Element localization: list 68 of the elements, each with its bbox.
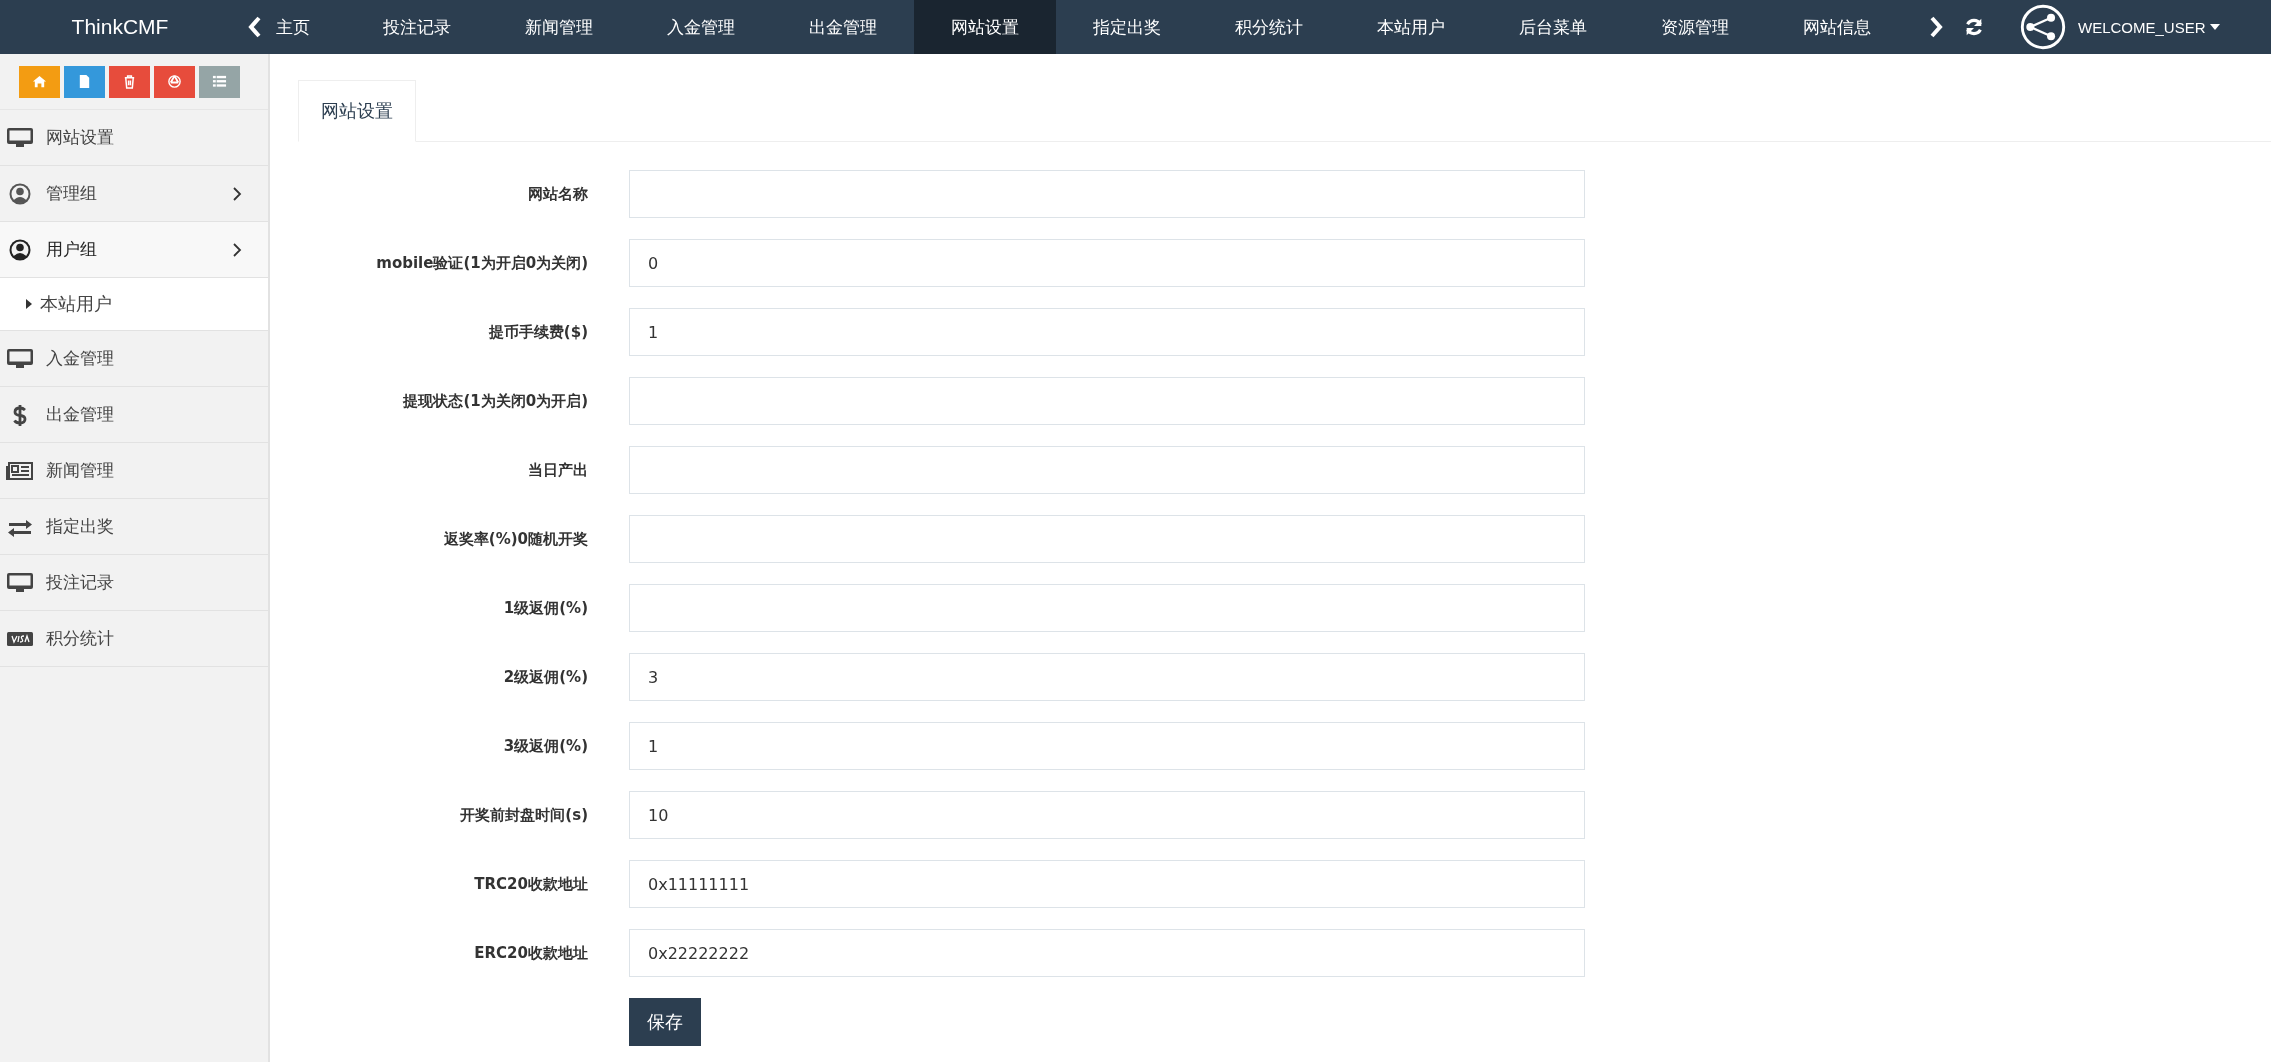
caret-right-icon — [26, 299, 32, 309]
input-field[interactable]: 0x11111111 — [629, 860, 1585, 908]
recycle-button[interactable] — [154, 65, 195, 98]
input-field[interactable]: 1 — [629, 722, 1585, 770]
input-field[interactable] — [629, 377, 1585, 425]
refresh-icon[interactable] — [1963, 16, 1985, 38]
nav-tab[interactable]: 主页 — [270, 0, 346, 54]
nav-tab[interactable]: 积分统计 — [1198, 0, 1340, 54]
trash-icon — [122, 74, 137, 89]
field-label: 开奖前封盘时间(s) — [459, 805, 588, 825]
sidebar-item[interactable]: 指定出奖 — [0, 499, 268, 555]
tab[interactable]: 网站设置 — [298, 80, 416, 142]
field-label: mobile验证(1为开启0为关闭) — [375, 253, 588, 273]
home-button[interactable] — [19, 65, 60, 98]
field-label: 提币手续费($) — [487, 322, 588, 342]
field-label: 当日产出 — [527, 460, 588, 480]
chevron-left-icon[interactable] — [247, 15, 263, 39]
sidebar-item[interactable]: 网站设置 — [0, 110, 268, 166]
input-field[interactable]: 3 — [629, 653, 1585, 701]
sidebar-item[interactable]: 出金管理 — [0, 387, 268, 443]
monitor-icon — [6, 346, 34, 371]
field-label: ERC20收款地址 — [473, 943, 588, 963]
input-field[interactable] — [629, 170, 1585, 218]
sidebar-item[interactable]: 投注记录 — [0, 555, 268, 611]
nav-tab[interactable]: 出金管理 — [772, 0, 914, 54]
field-label: 2级返佣(%) — [502, 667, 588, 687]
monitor-icon — [6, 125, 34, 150]
save-button[interactable]: 保存 — [629, 998, 701, 1046]
brand-logo[interactable]: ThinkCMF — [0, 15, 240, 39]
nav-tab[interactable]: 新闻管理 — [488, 0, 630, 54]
chevron-right-icon — [232, 185, 242, 202]
nav-tab[interactable]: 本站用户 — [1340, 0, 1482, 54]
input-field[interactable] — [629, 515, 1585, 563]
monitor-icon — [6, 570, 34, 595]
document-button[interactable] — [64, 65, 105, 98]
input-field[interactable]: 0x22222222 — [629, 929, 1585, 977]
field-label: 返奖率(%)0随机开奖 — [442, 529, 588, 549]
input-field[interactable] — [629, 446, 1585, 494]
nav-tab[interactable]: 后台菜单 — [1482, 0, 1624, 54]
nav-tab[interactable]: 资源管理 — [1624, 0, 1766, 54]
list-button[interactable] — [199, 65, 240, 98]
field-label: 1级返佣(%) — [502, 598, 588, 618]
chevron-right-icon[interactable] — [1928, 15, 1944, 39]
home-icon — [32, 74, 47, 89]
nav-tab[interactable]: 网站设置 — [914, 0, 1056, 54]
sidebar-item[interactable]: 新闻管理 — [0, 443, 268, 499]
caret-icon — [2209, 24, 2220, 30]
list-icon — [212, 74, 227, 89]
trash-button[interactable] — [109, 65, 150, 98]
sidebar-item[interactable]: 用户组 — [0, 222, 268, 278]
chevron-right-icon — [232, 241, 242, 258]
document-icon — [77, 74, 92, 89]
field-label: 网站名称 — [527, 184, 588, 204]
nav-tab[interactable]: 入金管理 — [630, 0, 772, 54]
nav-tab[interactable]: 指定出奖 — [1056, 0, 1198, 54]
field-label: TRC20收款地址 — [473, 874, 588, 894]
input-field[interactable]: 10 — [629, 791, 1585, 839]
nav-tab[interactable]: 网站信息 — [1766, 0, 1908, 54]
input-field[interactable]: 0 — [629, 239, 1585, 287]
nav-tab[interactable]: 投注记录 — [346, 0, 488, 54]
user-menu[interactable]: WELCOME_USER — [2078, 18, 2220, 36]
input-field[interactable] — [629, 584, 1585, 632]
sidebar-item[interactable]: 入金管理 — [0, 331, 268, 387]
input-field[interactable]: 1 — [629, 308, 1585, 356]
field-label: 提现状态(1为关闭0为开启) — [402, 391, 588, 411]
field-label: 3级返佣(%) — [502, 736, 588, 756]
sidebar-subitem[interactable]: 本站用户 — [0, 278, 268, 331]
sidebar-item[interactable]: 积分统计 — [0, 611, 268, 667]
